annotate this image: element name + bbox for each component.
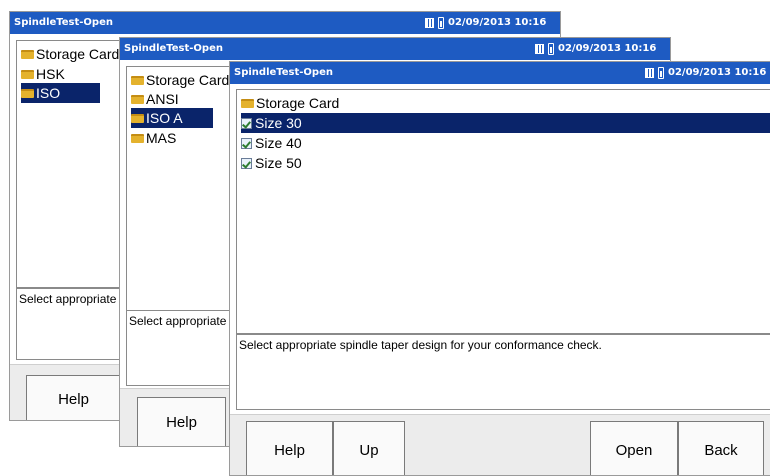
window-title: SpindleTest-Open bbox=[234, 67, 333, 78]
battery-icon bbox=[425, 18, 434, 28]
up-button[interactable]: Up bbox=[333, 421, 405, 475]
tree-item-iso[interactable]: ISO bbox=[21, 83, 101, 103]
tree-item-label: Size 50 bbox=[255, 155, 302, 171]
folder-icon bbox=[131, 75, 144, 85]
back-button[interactable]: Back bbox=[678, 421, 764, 475]
file-icon bbox=[241, 137, 252, 149]
window-title: SpindleTest-Open bbox=[14, 17, 113, 28]
tree-item-label: MAS bbox=[146, 130, 177, 146]
tree-item-mas[interactable]: MAS bbox=[131, 128, 176, 148]
power-icon bbox=[658, 67, 664, 79]
tree-item-size-50[interactable]: Size 50 bbox=[241, 153, 302, 173]
description-text: Select appropriate spindle taper design … bbox=[239, 338, 602, 352]
status-area: 02/09/2013 10:16 bbox=[645, 62, 766, 84]
tree-item-label: ISO bbox=[36, 85, 61, 101]
folder-icon bbox=[131, 133, 144, 143]
power-icon bbox=[548, 43, 554, 55]
tree-item-label: ISO A bbox=[146, 110, 183, 126]
datetime-label: 02/09/2013 10:16 bbox=[448, 17, 547, 28]
power-icon bbox=[438, 17, 444, 29]
tree-item-hsk[interactable]: HSK bbox=[21, 64, 65, 84]
battery-icon bbox=[645, 68, 654, 78]
window-title: SpindleTest-Open bbox=[124, 43, 223, 54]
tree-item-iso-a[interactable]: ISO A bbox=[131, 108, 213, 128]
tree-item-storage-card[interactable]: Storage Card bbox=[21, 44, 119, 64]
folder-icon bbox=[241, 98, 254, 108]
title-bar: SpindleTest-Open 02/09/2013 10:16 bbox=[120, 38, 670, 60]
folder-icon bbox=[21, 69, 34, 79]
tree-item-label: Size 40 bbox=[255, 135, 302, 151]
file-tree[interactable]: Storage Card Size 30 Size 40 Size 50 bbox=[236, 89, 770, 334]
tree-item-size-40[interactable]: Size 40 bbox=[241, 133, 302, 153]
datetime-label: 02/09/2013 10:16 bbox=[668, 67, 767, 78]
button-bar: Help Up Open Back bbox=[230, 414, 770, 475]
tree-item-label: HSK bbox=[36, 66, 65, 82]
description-box: Select appropriate spindle taper design … bbox=[236, 334, 770, 410]
datetime-label: 02/09/2013 10:16 bbox=[558, 43, 657, 54]
folder-icon bbox=[21, 49, 34, 59]
title-bar: SpindleTest-Open 02/09/2013 10:16 bbox=[230, 62, 770, 84]
open-button[interactable]: Open bbox=[590, 421, 678, 475]
open-dialog-window-3: SpindleTest-Open 02/09/2013 10:16 Storag… bbox=[229, 61, 770, 476]
tree-item-label: ANSI bbox=[146, 91, 179, 107]
status-area: 02/09/2013 10:16 bbox=[535, 38, 656, 60]
tree-item-storage-card[interactable]: Storage Card bbox=[131, 70, 229, 90]
folder-icon bbox=[131, 113, 144, 123]
tree-item-ansi[interactable]: ANSI bbox=[131, 89, 179, 109]
tree-item-storage-card[interactable]: Storage Card bbox=[241, 93, 339, 113]
tree-item-size-30[interactable]: Size 30 bbox=[241, 113, 770, 133]
help-button[interactable]: Help bbox=[26, 375, 121, 420]
file-icon bbox=[241, 117, 252, 129]
status-area: 02/09/2013 10:16 bbox=[425, 12, 546, 34]
battery-icon bbox=[535, 44, 544, 54]
tree-item-label: Size 30 bbox=[255, 115, 302, 131]
help-button[interactable]: Help bbox=[246, 421, 333, 475]
tree-item-label: Storage Card bbox=[36, 46, 120, 62]
folder-icon bbox=[21, 88, 34, 98]
title-bar: SpindleTest-Open 02/09/2013 10:16 bbox=[10, 12, 560, 34]
help-button[interactable]: Help bbox=[137, 397, 226, 446]
file-icon bbox=[241, 157, 252, 169]
folder-icon bbox=[131, 94, 144, 104]
tree-item-label: Storage Card bbox=[256, 95, 340, 111]
tree-item-label: Storage Card bbox=[146, 72, 230, 88]
